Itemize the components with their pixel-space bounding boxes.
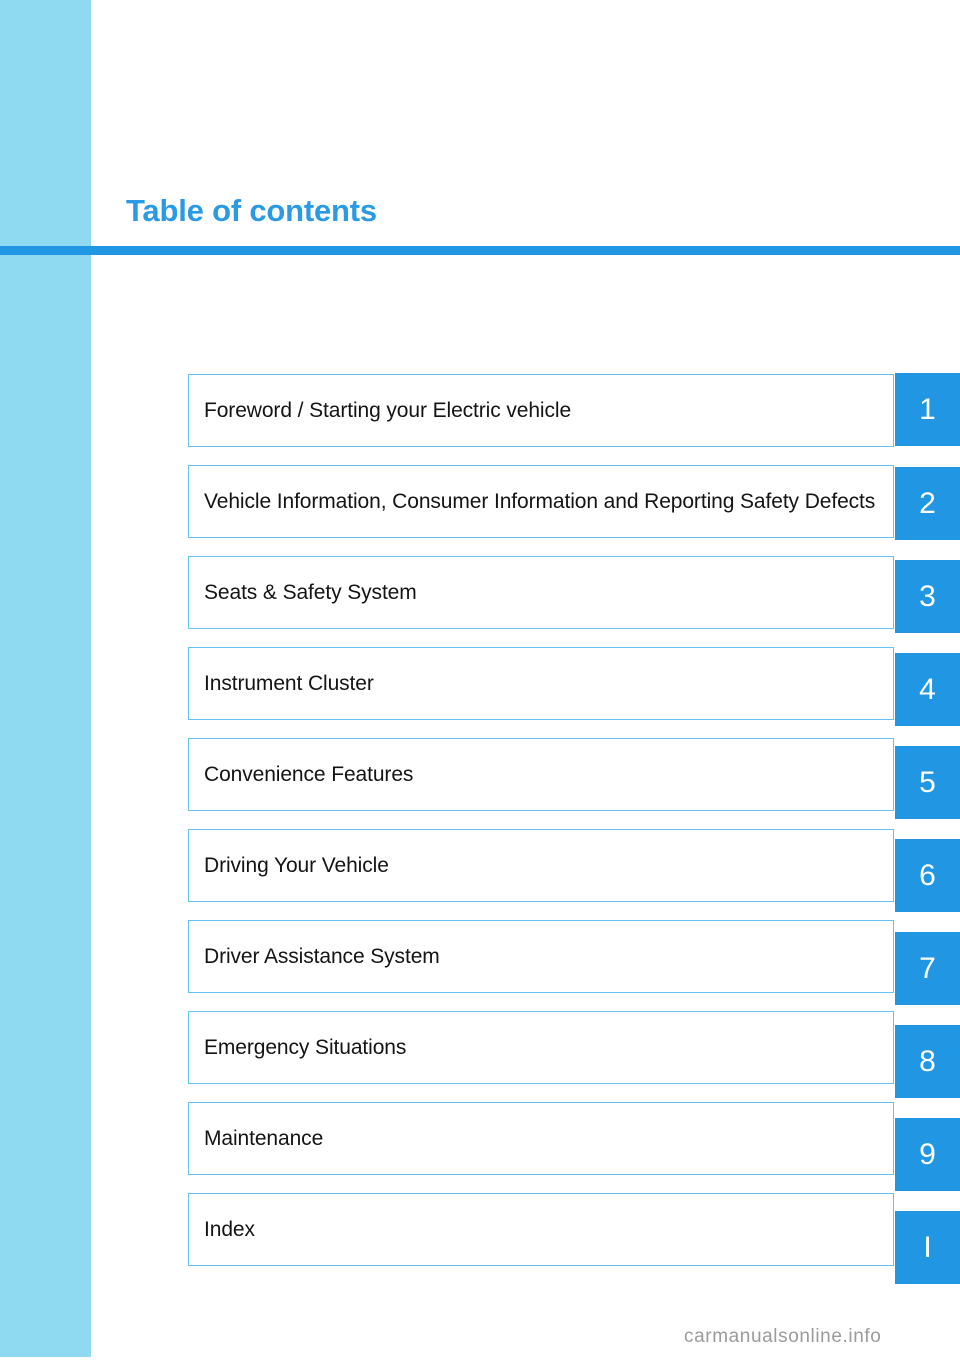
toc-label-box[interactable]: Index — [188, 1193, 894, 1266]
toc-label: Vehicle Information, Consumer Informatio… — [204, 489, 876, 513]
toc-chapter-number: I — [923, 1230, 932, 1264]
toc-chapter-number-box[interactable]: 2 — [895, 467, 960, 540]
toc-label-box[interactable]: Vehicle Information, Consumer Informatio… — [188, 465, 894, 538]
toc-label: Convenience Features — [204, 762, 414, 786]
toc-row[interactable]: Index I — [0, 1193, 960, 1284]
toc-chapter-number: 7 — [919, 951, 936, 985]
toc-chapter-number-box[interactable]: 3 — [895, 560, 960, 633]
toc-row[interactable]: Vehicle Information, Consumer Informatio… — [0, 465, 960, 556]
toc-label: Seats & Safety System — [204, 580, 417, 604]
toc-label-box[interactable]: Instrument Cluster — [188, 647, 894, 720]
toc-chapter-number: 8 — [919, 1044, 936, 1078]
toc-label-box[interactable]: Convenience Features — [188, 738, 894, 811]
toc-label: Driver Assistance System — [204, 944, 440, 968]
toc-chapter-number: 3 — [919, 579, 936, 613]
toc-label: Driving Your Vehicle — [204, 853, 389, 877]
toc-chapter-number: 9 — [919, 1137, 936, 1171]
toc-row[interactable]: Instrument Cluster 4 — [0, 647, 960, 738]
toc-row[interactable]: Seats & Safety System 3 — [0, 556, 960, 647]
toc-chapter-number-box[interactable]: 4 — [895, 653, 960, 726]
toc-row[interactable]: Convenience Features 5 — [0, 738, 960, 829]
toc-label: Index — [204, 1217, 255, 1241]
toc-label: Foreword / Starting your Electric vehicl… — [204, 398, 572, 422]
toc-label: Instrument Cluster — [204, 671, 374, 695]
toc-row[interactable]: Maintenance 9 — [0, 1102, 960, 1193]
toc-label-box[interactable]: Driving Your Vehicle — [188, 829, 894, 902]
toc-row[interactable]: Driving Your Vehicle 6 — [0, 829, 960, 920]
toc-label-box[interactable]: Seats & Safety System — [188, 556, 894, 629]
page-title: Table of contents — [126, 193, 377, 228]
title-divider — [0, 246, 960, 255]
toc-row[interactable]: Foreword / Starting your Electric vehicl… — [0, 373, 960, 465]
table-of-contents-list: Foreword / Starting your Electric vehicl… — [0, 373, 960, 1284]
toc-label-box[interactable]: Emergency Situations — [188, 1011, 894, 1084]
toc-chapter-number-box[interactable]: 1 — [895, 373, 960, 446]
toc-chapter-number: 5 — [919, 765, 936, 799]
toc-chapter-number-box[interactable]: 8 — [895, 1025, 960, 1098]
toc-chapter-number-box[interactable]: 5 — [895, 746, 960, 819]
toc-chapter-number-box[interactable]: 7 — [895, 932, 960, 1005]
toc-chapter-number-box[interactable]: I — [895, 1211, 960, 1284]
toc-label: Emergency Situations — [204, 1035, 407, 1059]
toc-label-box[interactable]: Maintenance — [188, 1102, 894, 1175]
watermark-text: carmanualsonline.info — [684, 1326, 882, 1347]
toc-row[interactable]: Emergency Situations 8 — [0, 1011, 960, 1102]
toc-page: Table of contents Foreword / Starting yo… — [0, 0, 960, 1362]
toc-chapter-number: 1 — [919, 392, 936, 426]
toc-label-box[interactable]: Foreword / Starting your Electric vehicl… — [188, 374, 894, 447]
toc-chapter-number: 4 — [919, 672, 936, 706]
toc-row[interactable]: Driver Assistance System 7 — [0, 920, 960, 1011]
toc-chapter-number: 6 — [919, 858, 936, 892]
toc-chapter-number-box[interactable]: 6 — [895, 839, 960, 912]
toc-label-box[interactable]: Driver Assistance System — [188, 920, 894, 993]
toc-chapter-number: 2 — [919, 486, 936, 520]
toc-chapter-number-box[interactable]: 9 — [895, 1118, 960, 1191]
toc-label: Maintenance — [204, 1126, 324, 1150]
